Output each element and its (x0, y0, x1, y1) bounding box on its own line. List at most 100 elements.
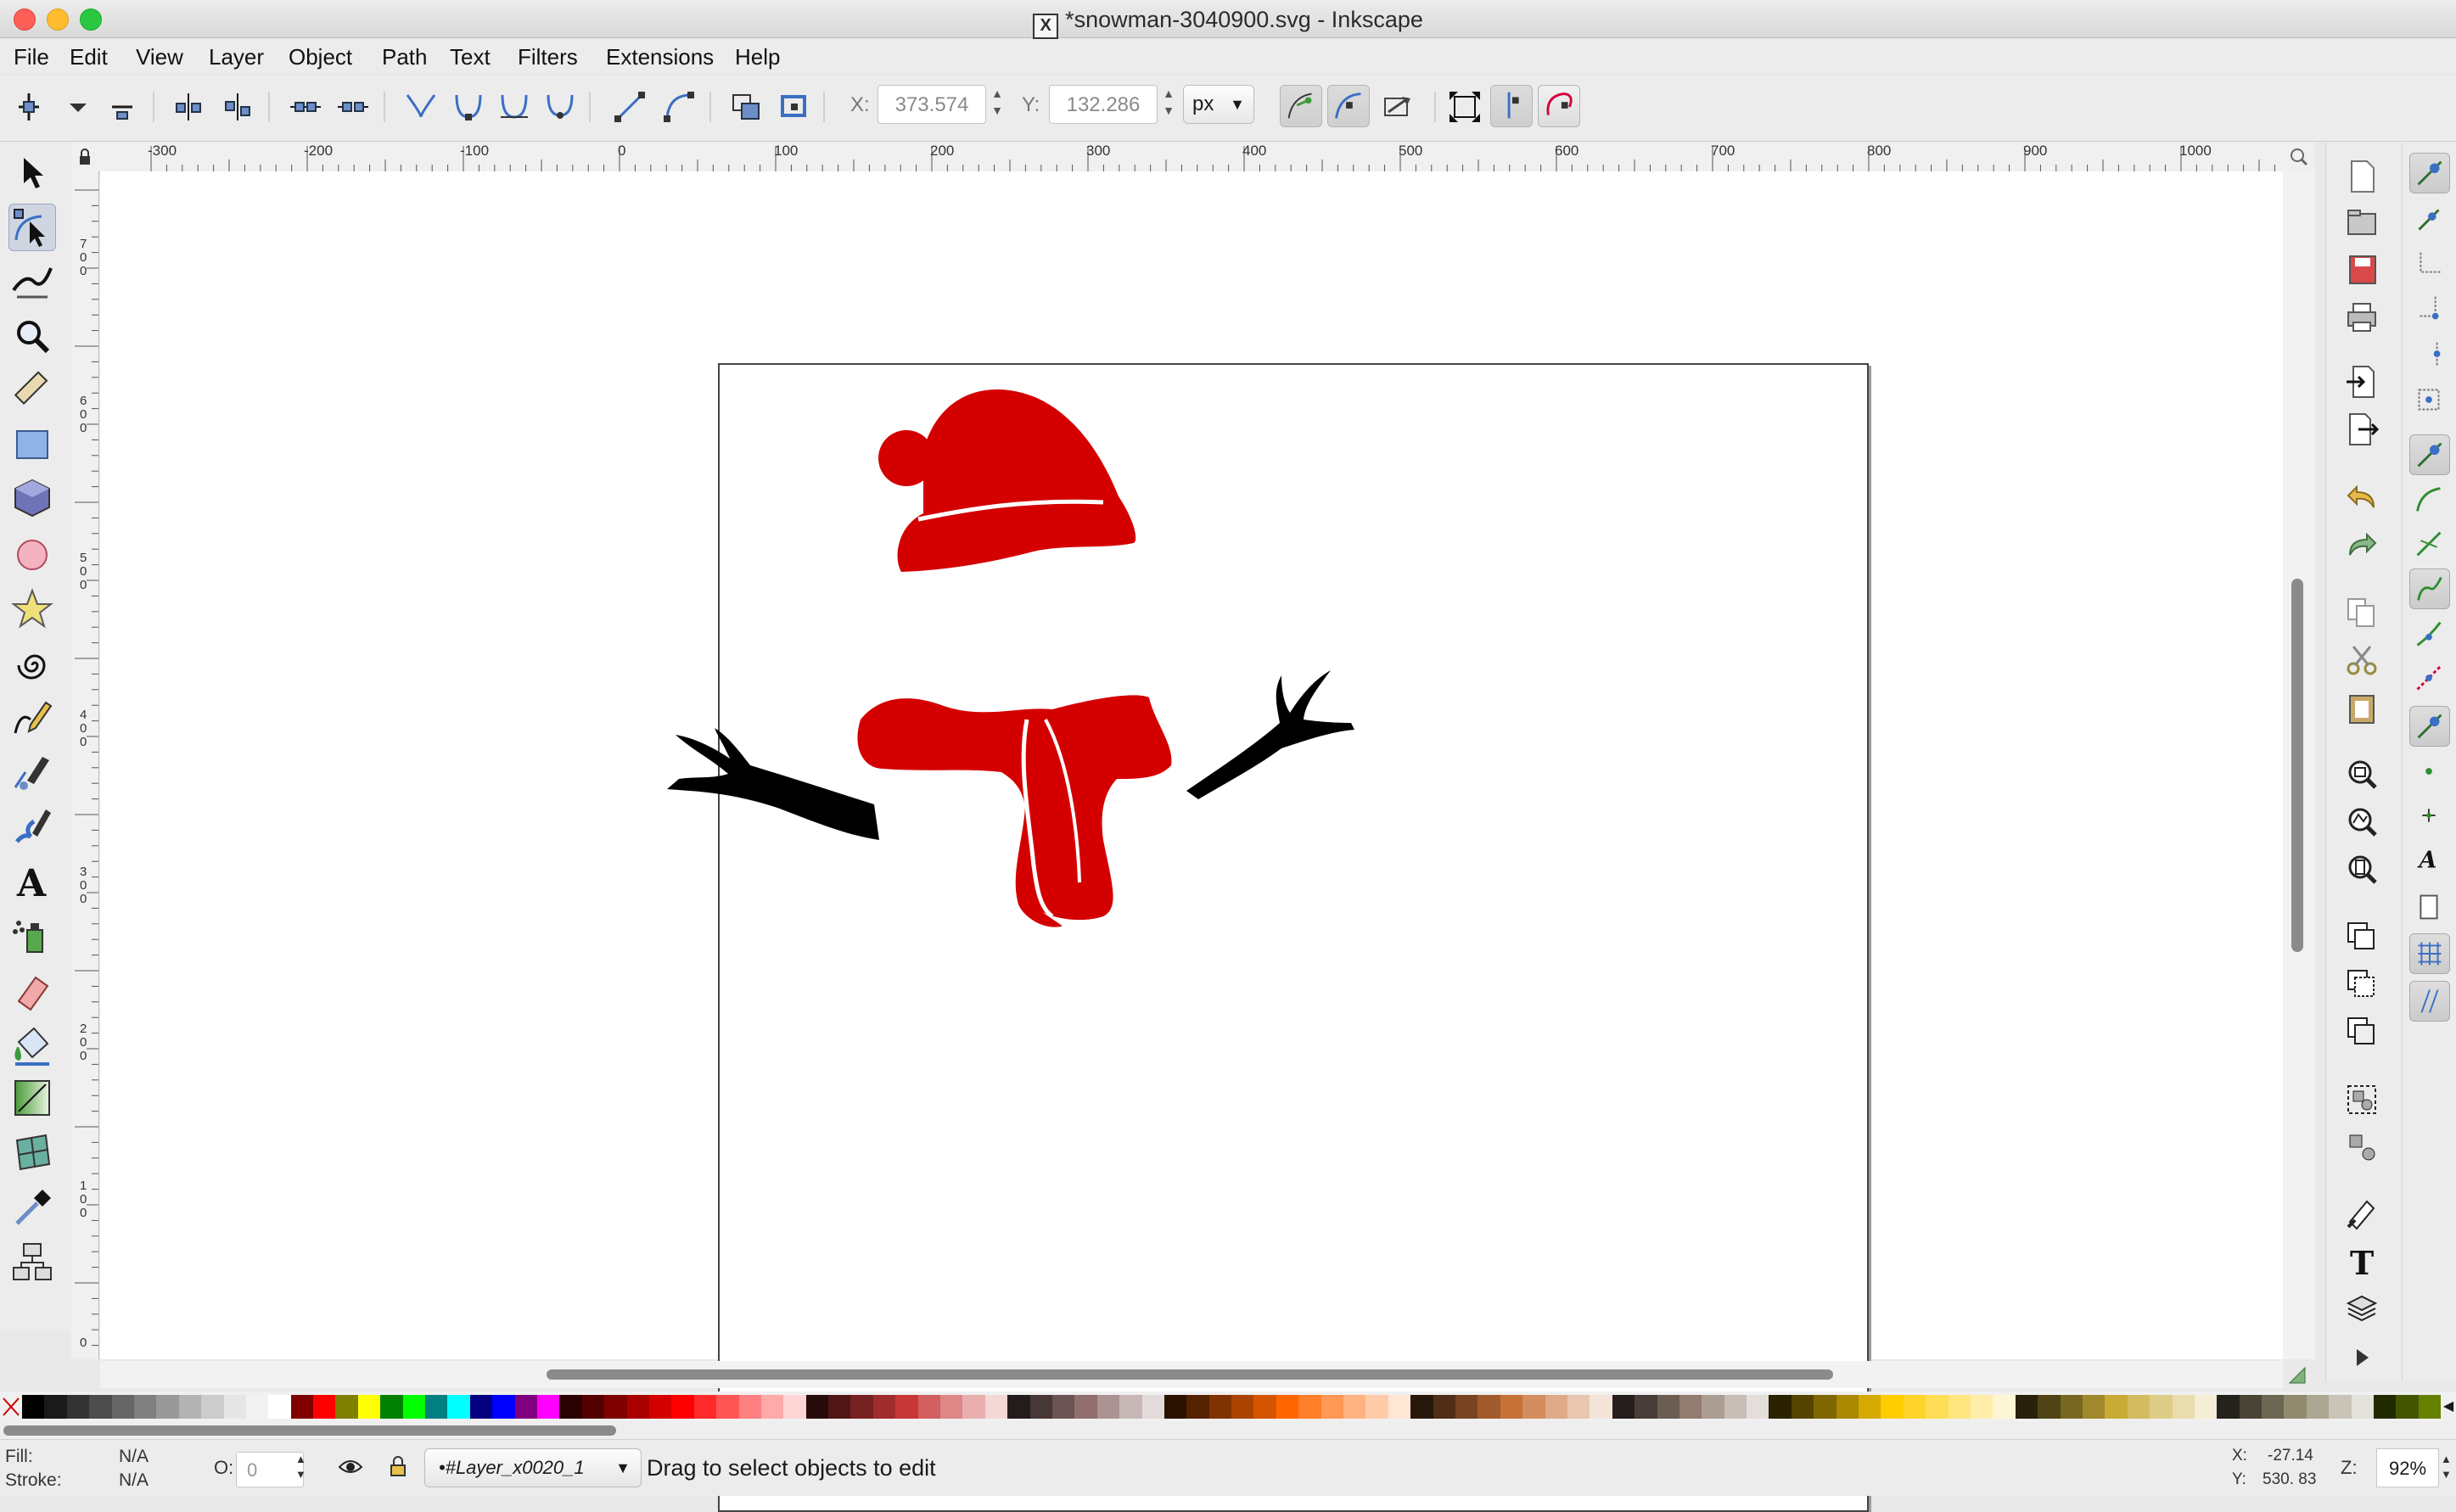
node-tool-icon[interactable] (8, 204, 56, 251)
palette-swatch[interactable] (2374, 1395, 2397, 1419)
palette-swatch[interactable] (2284, 1395, 2307, 1419)
palette-swatch[interactable] (245, 1395, 269, 1419)
node-auto-icon[interactable] (541, 88, 579, 126)
ungroup-icon[interactable] (2343, 1128, 2380, 1166)
show-mask-toggle[interactable] (1538, 85, 1580, 127)
palette-swatch[interactable] (783, 1395, 806, 1419)
menu-text[interactable]: Text (445, 42, 496, 72)
palette-swatch[interactable] (313, 1395, 336, 1419)
no-paint-swatch[interactable] (0, 1395, 22, 1419)
selector-tool-icon[interactable] (8, 149, 56, 197)
menu-object[interactable]: Object (283, 42, 357, 72)
rectangle-tool-icon[interactable] (8, 421, 56, 468)
palette-swatch[interactable] (895, 1395, 918, 1419)
palette-swatch[interactable] (2127, 1395, 2150, 1419)
visibility-eye-icon[interactable] (336, 1452, 365, 1481)
palette-swatch[interactable] (805, 1395, 829, 1419)
text-font-icon[interactable]: T (2343, 1242, 2380, 1282)
palette-swatch[interactable] (1029, 1395, 1052, 1419)
snap-grid-icon[interactable] (2409, 933, 2450, 974)
palette-swatch[interactable] (760, 1395, 784, 1419)
palette-swatch[interactable] (2150, 1395, 2173, 1419)
palette-swatch[interactable] (1007, 1395, 1030, 1419)
unlink-clone-icon[interactable] (2343, 1013, 2380, 1050)
palette-swatch[interactable] (335, 1395, 358, 1419)
menu-edit[interactable]: Edit (64, 42, 113, 72)
spray-tool-icon[interactable] (8, 911, 56, 959)
palette-swatch[interactable] (514, 1395, 537, 1419)
stroke-to-path-icon[interactable] (776, 88, 813, 126)
palette-swatch[interactable] (1724, 1395, 1747, 1419)
insert-node-icon[interactable] (10, 88, 48, 126)
ellipse-tool-icon[interactable] (8, 531, 56, 579)
menu-extensions[interactable]: Extensions (601, 42, 719, 72)
palette-swatch[interactable] (828, 1395, 851, 1419)
zoom-input[interactable]: 92% (2376, 1448, 2439, 1487)
measure-tool-icon[interactable] (8, 367, 56, 414)
vertical-scrollbar-thumb[interactable] (2291, 579, 2303, 952)
palette-swatch[interactable] (1993, 1395, 2016, 1419)
palette-swatch[interactable] (1051, 1395, 1075, 1419)
horizontal-scrollbar[interactable] (100, 1361, 2283, 1388)
palette-swatch[interactable] (1859, 1395, 1881, 1419)
zoom-selection-icon[interactable] (2343, 755, 2380, 792)
snap-text-baseline-icon[interactable]: A (2409, 840, 2450, 881)
menu-path[interactable]: Path (377, 42, 433, 72)
vertical-ruler[interactable]: 700 600 500 400 300 200 100 0 (71, 171, 99, 1359)
palette-scrollbar[interactable] (0, 1422, 2456, 1439)
palette-swatch[interactable] (469, 1395, 493, 1419)
unit-select[interactable]: px ▼ (1183, 85, 1254, 124)
snap-rotation-center-icon[interactable] (2409, 796, 2450, 837)
palette-swatch[interactable] (2015, 1395, 2038, 1419)
palette-swatch[interactable] (1948, 1395, 1971, 1419)
snap-guides-icon[interactable] (2409, 981, 2450, 1022)
palette-swatch[interactable] (22, 1395, 45, 1419)
drawing-canvas[interactable] (100, 171, 2283, 1512)
snap-line-midpoints-icon[interactable] (2409, 658, 2450, 699)
print-document-icon[interactable] (2343, 299, 2380, 336)
insert-node-menu-icon[interactable] (59, 88, 97, 126)
palette-swatch[interactable] (1657, 1395, 1679, 1419)
palette-swatch[interactable] (1791, 1395, 1814, 1419)
snap-nodes-icon[interactable] (2409, 434, 2450, 475)
save-document-icon[interactable] (2343, 251, 2380, 288)
zoom-tool-icon[interactable] (8, 312, 56, 360)
redo-icon[interactable] (2343, 526, 2380, 563)
palette-swatch[interactable] (2306, 1395, 2330, 1419)
group-icon[interactable] (2343, 1081, 2380, 1118)
fill-stroke-icon[interactable] (2343, 1195, 2380, 1232)
palette-swatch[interactable] (2329, 1395, 2352, 1419)
palette-swatch[interactable] (1881, 1395, 1904, 1419)
open-document-icon[interactable] (2343, 204, 2380, 241)
show-handles-toggle[interactable] (1280, 85, 1322, 127)
x-coordinate-input[interactable]: 373.574 (878, 85, 986, 124)
zoom-spinner-arrows-icon[interactable]: ▲ ▼ (2441, 1452, 2452, 1482)
palette-swatch[interactable] (178, 1395, 202, 1419)
palette-swatch[interactable] (1926, 1395, 1949, 1419)
paint-bucket-tool-icon[interactable] (8, 1022, 56, 1069)
palette-swatch[interactable] (44, 1395, 67, 1419)
palette-swatch[interactable] (1343, 1395, 1366, 1419)
layer-lock-icon[interactable] (384, 1452, 412, 1481)
palette-swatch[interactable] (2172, 1395, 2195, 1419)
tweak-tool-icon[interactable] (8, 256, 56, 304)
palette-swatch[interactable] (425, 1395, 448, 1419)
node-smooth-icon[interactable] (450, 88, 487, 126)
palette-swatch[interactable] (1433, 1395, 1455, 1419)
palette-swatch[interactable] (2239, 1395, 2263, 1419)
palette-swatch[interactable] (1522, 1395, 1545, 1419)
undo-icon[interactable] (2343, 479, 2380, 516)
palette-swatch[interactable] (133, 1395, 157, 1419)
mesh-tool-icon[interactable] (8, 1128, 56, 1176)
palette-swatch[interactable] (1276, 1395, 1299, 1419)
import-icon[interactable] (2343, 363, 2380, 400)
opacity-spinner-arrows-icon[interactable]: ▲ ▼ (295, 1452, 306, 1482)
palette-scrollbar-thumb[interactable] (3, 1425, 616, 1436)
palette-swatch[interactable] (1321, 1395, 1344, 1419)
lpe-edit-icon[interactable] (1380, 88, 1417, 126)
palette-swatch[interactable] (2060, 1395, 2083, 1419)
palette-swatch[interactable] (1747, 1395, 1769, 1419)
palette-swatch[interactable] (716, 1395, 739, 1419)
snap-object-midpoints-icon[interactable] (2409, 752, 2450, 792)
palette-swatch[interactable] (268, 1395, 291, 1419)
